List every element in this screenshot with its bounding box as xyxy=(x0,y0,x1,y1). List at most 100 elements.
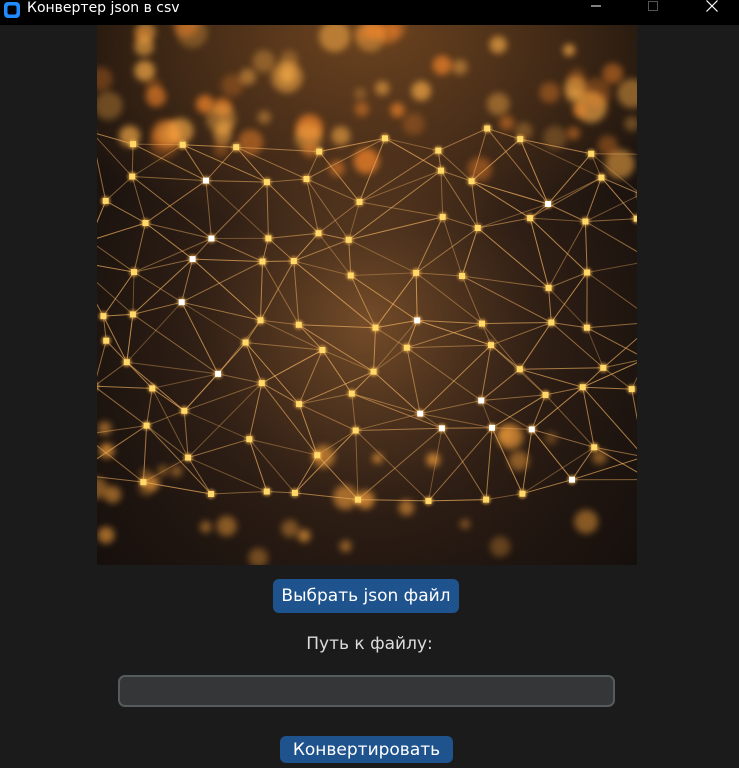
bokeh-light xyxy=(157,121,182,146)
mesh-node xyxy=(102,197,109,204)
mesh-node xyxy=(517,136,524,143)
mesh-node xyxy=(488,342,494,349)
bokeh-light xyxy=(539,82,561,103)
mesh-node xyxy=(542,391,549,398)
mesh-node xyxy=(519,490,526,497)
mesh-node xyxy=(179,141,186,148)
mesh-node xyxy=(489,424,495,431)
bokeh-light xyxy=(354,87,367,100)
mesh-node xyxy=(584,269,591,276)
bokeh-light xyxy=(104,486,122,504)
mesh-node xyxy=(303,176,310,182)
mesh-node xyxy=(355,496,361,503)
mesh-node xyxy=(149,385,156,392)
mesh-node xyxy=(582,218,589,225)
mesh-node xyxy=(372,324,379,331)
mesh-node xyxy=(208,235,215,242)
mesh-node xyxy=(123,359,130,366)
mesh-node xyxy=(483,496,490,503)
mesh-node xyxy=(588,150,595,157)
mesh-line xyxy=(133,143,183,146)
close-button[interactable] xyxy=(689,0,735,16)
mesh-node xyxy=(484,125,491,132)
mesh-node xyxy=(591,444,598,451)
mesh-node xyxy=(438,167,444,174)
mesh-node xyxy=(347,272,354,279)
mesh-node xyxy=(130,141,137,148)
mesh-node xyxy=(417,410,424,417)
mesh-node xyxy=(242,339,249,346)
bokeh-light xyxy=(257,110,271,124)
select-json-file-button[interactable]: Выбрать json файл xyxy=(273,579,459,613)
mesh-node xyxy=(129,173,136,180)
mesh-node xyxy=(528,426,535,433)
mesh-node xyxy=(468,178,475,185)
bokeh-light xyxy=(411,81,432,101)
mesh-node xyxy=(290,258,297,264)
mesh-node xyxy=(628,386,635,393)
mesh-node xyxy=(425,497,432,504)
bokeh-light xyxy=(216,516,237,537)
mesh-node xyxy=(291,489,298,496)
mesh-node xyxy=(435,147,442,154)
mesh-node xyxy=(370,368,377,375)
mesh-node xyxy=(233,144,240,151)
maximize-icon xyxy=(647,0,659,17)
mesh-node xyxy=(178,299,185,306)
bokeh-light xyxy=(432,55,452,75)
minimize-button[interactable] xyxy=(573,0,619,16)
mesh-node xyxy=(382,135,388,142)
bokeh-light xyxy=(200,521,212,533)
bokeh-light xyxy=(426,452,441,467)
bokeh-light xyxy=(134,60,155,82)
mesh-node xyxy=(598,174,605,181)
bokeh-light xyxy=(602,63,624,85)
bokeh-light xyxy=(567,126,580,140)
mesh-node xyxy=(315,230,322,237)
mesh-node xyxy=(479,320,485,327)
mesh-node xyxy=(459,273,466,279)
bokeh-light xyxy=(572,103,587,118)
bokeh-light xyxy=(390,102,405,118)
mesh-node xyxy=(265,235,272,242)
mesh-node xyxy=(438,425,445,432)
bokeh-light xyxy=(487,92,510,116)
mesh-node xyxy=(257,317,264,324)
convert-button[interactable]: Конвертировать xyxy=(280,736,453,763)
bokeh-light xyxy=(499,115,515,131)
mesh-node xyxy=(181,407,188,414)
mesh-node xyxy=(633,215,637,222)
mesh-node xyxy=(131,269,137,276)
maximize-button[interactable] xyxy=(630,0,676,16)
mesh-node xyxy=(319,347,326,353)
mesh-line xyxy=(441,427,493,429)
mesh-node xyxy=(208,491,215,497)
mesh-node xyxy=(527,215,534,222)
mesh-node xyxy=(246,436,253,443)
bokeh-light xyxy=(581,77,611,108)
mesh-node xyxy=(296,401,303,408)
bokeh-light xyxy=(239,68,256,86)
title-bar[interactable]: Конвертер json в csv xyxy=(0,0,739,25)
bokeh-light xyxy=(574,509,599,534)
bokeh-light xyxy=(271,61,303,93)
minimize-icon xyxy=(590,0,602,17)
mesh-node xyxy=(600,364,607,371)
bokeh-light xyxy=(297,529,311,543)
bokeh-light xyxy=(238,129,264,155)
mesh-node xyxy=(316,148,323,155)
file-path-input[interactable] xyxy=(118,675,615,707)
mesh-node xyxy=(548,319,555,326)
mesh-node xyxy=(103,337,110,344)
mesh-node xyxy=(352,427,359,434)
mesh-node xyxy=(439,213,446,220)
bokeh-light xyxy=(489,536,511,557)
bokeh-light xyxy=(134,36,154,56)
mesh-node xyxy=(545,284,552,291)
mesh-node xyxy=(295,321,302,328)
bokeh-light xyxy=(157,465,169,477)
app-icon xyxy=(3,1,21,19)
mesh-node xyxy=(140,479,147,486)
bokeh-light xyxy=(97,526,115,544)
bokeh-light xyxy=(375,81,390,96)
